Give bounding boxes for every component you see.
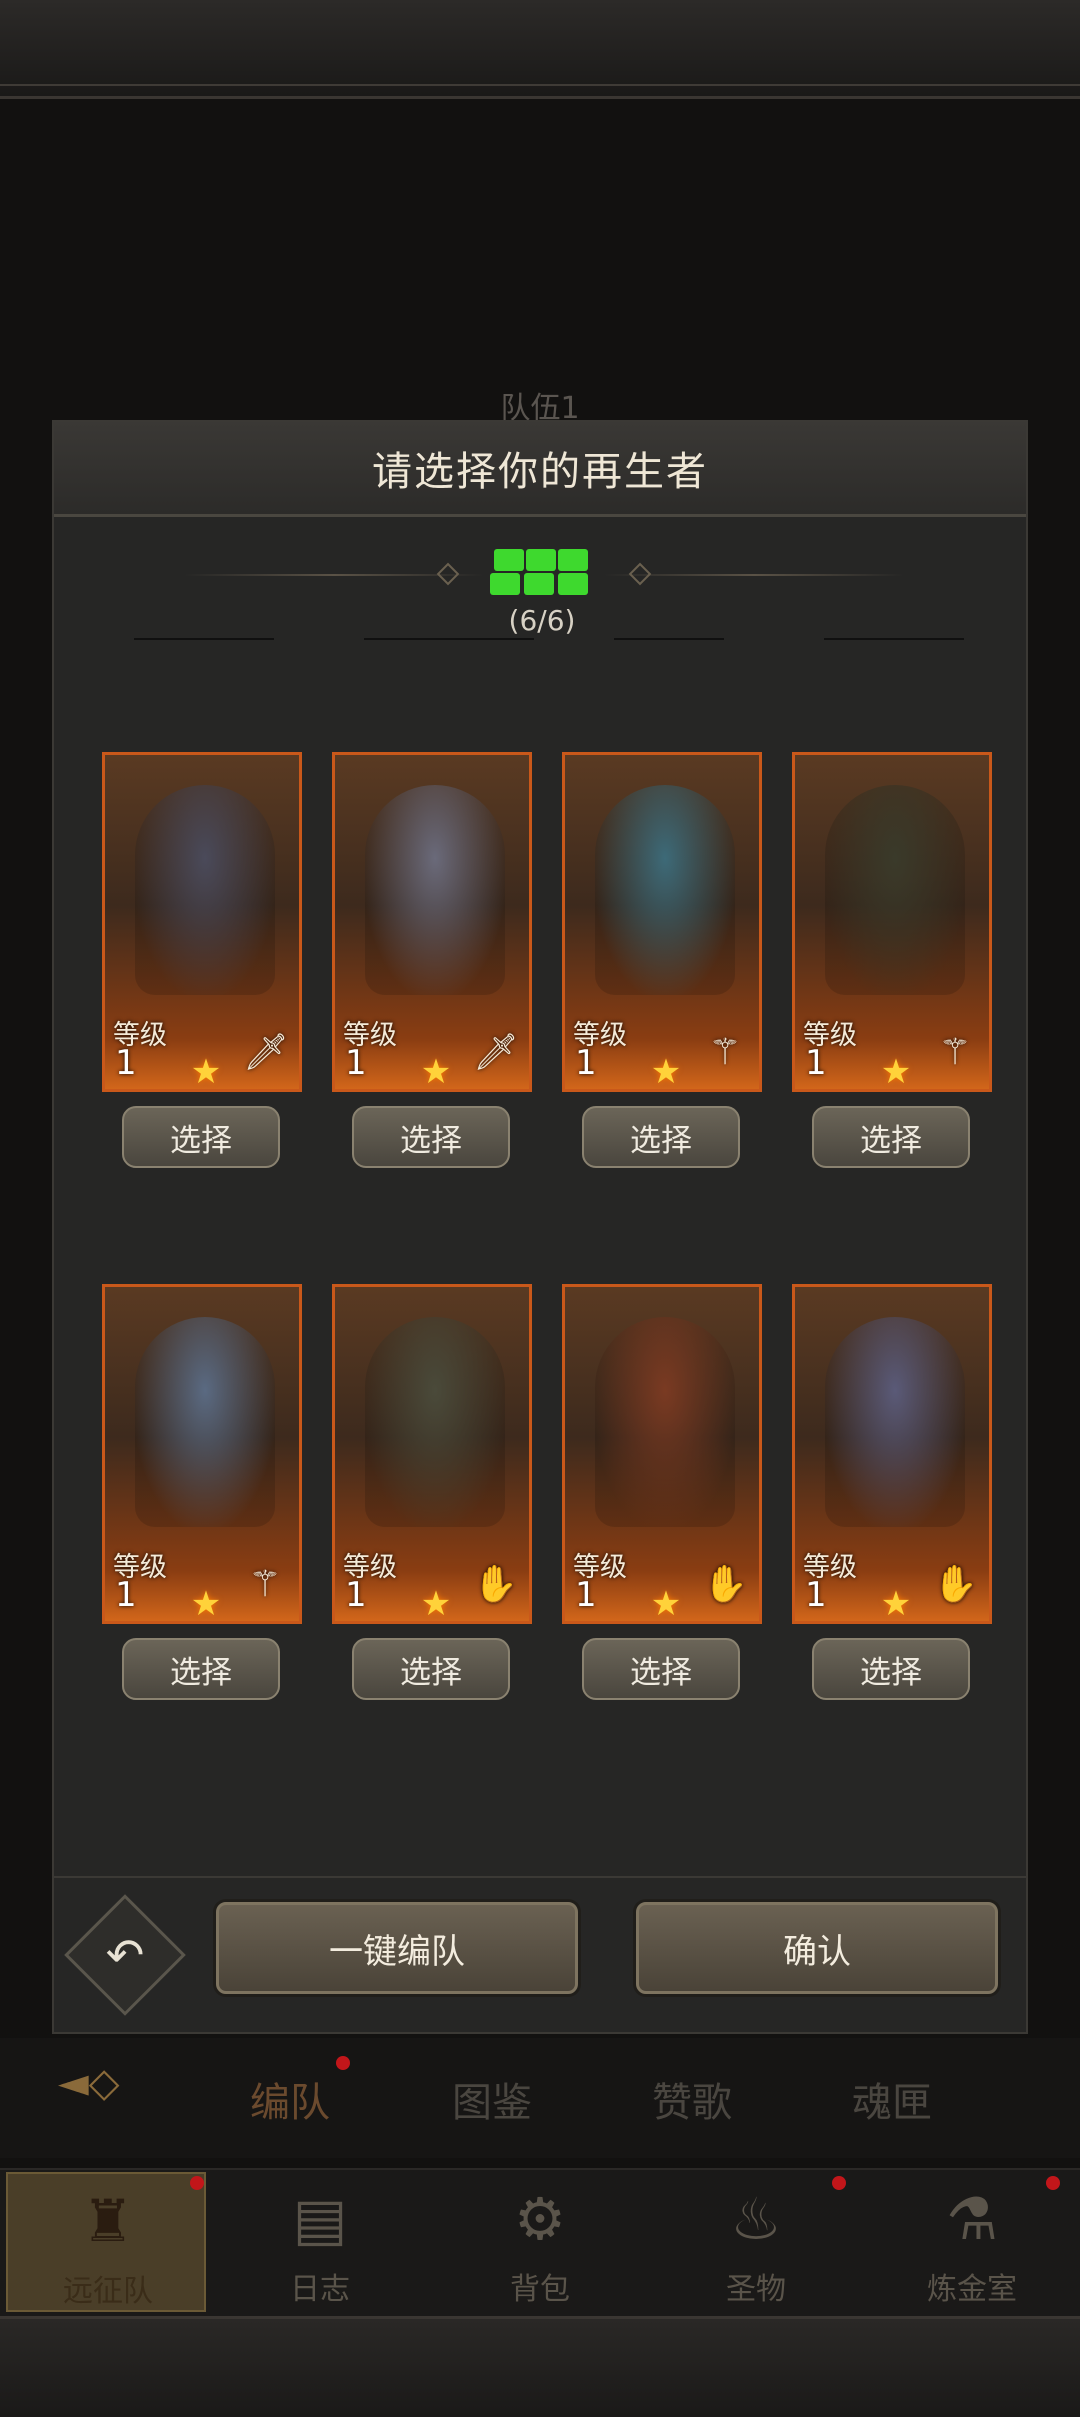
hero-portrait [365,785,505,995]
hero-card[interactable]: 等级 1 ✋ ★ [332,1284,532,1624]
select-button[interactable]: 选择 [122,1106,280,1168]
header-separator [364,638,534,640]
sword-icon: 🗡 [473,1032,519,1073]
hand-icon: ✋ [473,1564,518,1605]
select-button[interactable]: 选择 [812,1106,970,1168]
level-value: 1 [115,1043,137,1083]
hero-slot: 等级 1 ⚚ ★ 选择 [562,752,762,1168]
staff-icon: ⚚ [708,1032,742,1073]
hero-portrait [365,1317,505,1527]
staff-icon: ⚚ [248,1564,282,1605]
hero-card[interactable]: 等级 1 ✋ ★ [792,1284,992,1624]
select-button[interactable]: 选择 [812,1638,970,1700]
hero-card[interactable]: 等级 1 ⚚ ★ [562,752,762,1092]
select-button[interactable]: 选择 [352,1106,510,1168]
helmet-icon: ♜ [82,2187,134,2255]
hero-slot: 等级 1 ✋ ★ 选择 [792,1284,992,1700]
divider-ornament-left [436,562,460,586]
notification-dot [832,2176,846,2190]
hand-icon: ✋ [933,1564,978,1605]
hero-card[interactable]: 等级 1 ⚚ ★ [792,752,992,1092]
nav-item-2[interactable]: ▤ 日志 [220,2172,420,2312]
nav-item-5[interactable]: ⚗ 炼金室 [872,2172,1072,2312]
scroll-icon: ▤ [292,2185,348,2253]
hero-card[interactable]: 等级 1 ✋ ★ [562,1284,762,1624]
star-icon: ★ [190,1584,222,1624]
confirm-button[interactable]: 确认 [636,1902,998,1994]
hero-select-modal: 请选择你的再生者 (6/6) 等级 1 🗡 ★ 选择 等级 1 🗡 ★ 选择 等级 1 ⚚ ★ 选择 等级 1 ⚚… [52,420,1028,2262]
team-count: (6/6) [508,604,576,637]
hero-portrait [595,785,735,995]
modal-title: 请选择你的再生者 [372,449,708,495]
team-slots-icon [490,549,594,601]
star-icon: ★ [650,1052,682,1092]
star-icon: ★ [190,1052,222,1092]
nav-label: 炼金室 [927,2272,1017,2307]
hero-card[interactable]: 等级 1 🗡 ★ [102,752,302,1092]
level-value: 1 [345,1575,367,1615]
hero-card[interactable]: 等级 1 🗡 ★ [332,752,532,1092]
staff-icon: ⚚ [938,1032,972,1073]
nav-label: 远征队 [63,2274,153,2309]
star-icon: ★ [420,1052,452,1092]
hero-portrait [135,1317,275,1527]
select-button[interactable]: 选择 [352,1638,510,1700]
footer-divider [54,1876,1026,1878]
hero-slot: 等级 1 🗡 ★ 选择 [332,752,532,1168]
nav-item-1[interactable]: ♜ 远征队 [6,2172,206,2312]
level-value: 1 [805,1575,827,1615]
select-button[interactable]: 选择 [582,1638,740,1700]
header-separator [614,638,724,640]
back-arrow-icon[interactable]: ◄◇ [58,2060,158,2106]
alchemy-icon: ⚗ [946,2185,998,2253]
level-value: 1 [805,1043,827,1083]
hero-slot: 等级 1 ✋ ★ 选择 [562,1284,762,1700]
tab-1[interactable]: 编队 [250,2070,330,2128]
modal-header: 请选择你的再生者 [54,422,1026,517]
header-separator [134,638,274,640]
hand-icon: ✋ [703,1564,748,1605]
sword-icon: 🗡 [243,1032,289,1073]
level-value: 1 [345,1043,367,1083]
level-value: 1 [575,1575,597,1615]
nav-item-3[interactable]: ⚙ 背包 [440,2172,640,2312]
nav-label: 日志 [290,2272,350,2307]
nav-label: 背包 [510,2272,570,2307]
hero-portrait [825,785,965,995]
level-value: 1 [575,1043,597,1083]
star-icon: ★ [880,1584,912,1624]
torch-icon: ♨ [730,2185,782,2253]
hero-slot: 等级 1 🗡 ★ 选择 [102,752,302,1168]
notification-dot [1046,2176,1060,2190]
hero-slot: 等级 1 ✋ ★ 选择 [332,1284,532,1700]
nav-item-4[interactable]: ♨ 圣物 [656,2172,856,2312]
select-button[interactable]: 选择 [582,1106,740,1168]
hero-card[interactable]: 等级 1 ⚚ ★ [102,1284,302,1624]
notification-dot [336,2056,350,2070]
tab-4[interactable]: 魂匣 [852,2070,932,2128]
top-frame [0,0,1080,99]
nav-label: 圣物 [726,2272,786,2307]
bottom-frame [0,2316,1080,2417]
tab-3[interactable]: 赞歌 [652,2070,732,2128]
tab-2[interactable]: 图鉴 [452,2070,532,2128]
auto-team-button[interactable]: 一键编队 [216,1902,578,1994]
divider-ornament-right [628,562,652,586]
star-icon: ★ [650,1584,682,1624]
hero-portrait [825,1317,965,1527]
bag-icon: ⚙ [514,2185,566,2253]
select-button[interactable]: 选择 [122,1638,280,1700]
hero-portrait [595,1317,735,1527]
undo-icon[interactable]: ↶ [82,1912,168,1998]
header-separator [824,638,964,640]
notification-dot [190,2176,204,2190]
star-icon: ★ [880,1052,912,1092]
star-icon: ★ [420,1584,452,1624]
hero-portrait [135,785,275,995]
hero-slot: 等级 1 ⚚ ★ 选择 [792,752,992,1168]
level-value: 1 [115,1575,137,1615]
hero-slot: 等级 1 ⚚ ★ 选择 [102,1284,302,1700]
